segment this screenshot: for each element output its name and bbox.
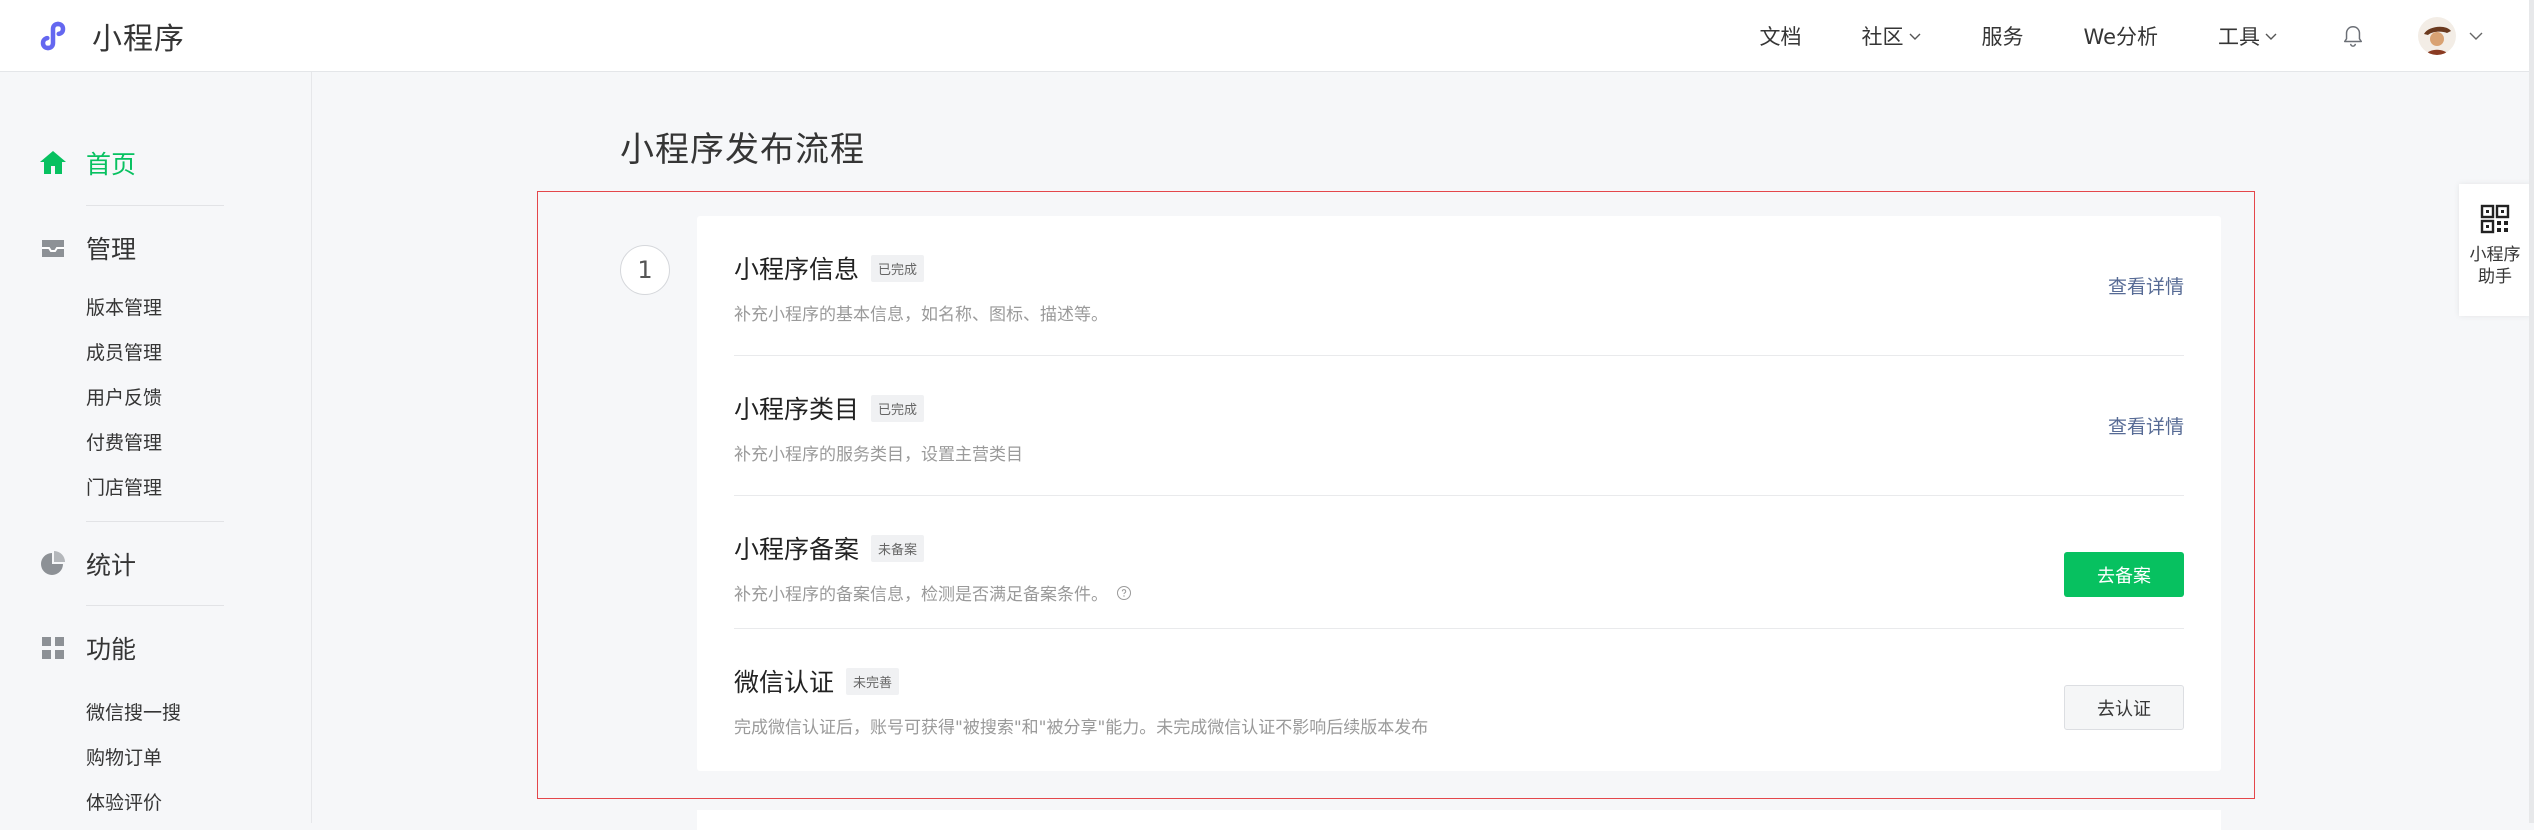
list-item: 微信认证 未完善 完成微信认证后，账号可获得"被搜索"和"被分享"能力。未完成微… bbox=[734, 663, 2184, 738]
nav-services-label: 服务 bbox=[1981, 25, 2024, 49]
nav-community-label: 社区 bbox=[1861, 25, 1904, 49]
divider bbox=[86, 605, 224, 606]
chevron-down-icon bbox=[1909, 33, 1921, 40]
row-title: 小程序类目 bbox=[734, 395, 860, 424]
sidebar-item-label: 首页 bbox=[86, 150, 137, 179]
go-verify-button[interactable]: 去认证 bbox=[2064, 685, 2184, 730]
sidebar-item-label: 统计 bbox=[86, 551, 137, 580]
list-item: 小程序信息 已完成 补充小程序的基本信息，如名称、图标、描述等。 bbox=[734, 250, 2184, 325]
divider bbox=[86, 521, 224, 522]
sidebar-item-home[interactable]: 首页 bbox=[38, 145, 136, 181]
nav-community[interactable]: 社区 bbox=[1862, 21, 1922, 51]
divider bbox=[734, 628, 2184, 629]
bell-icon[interactable] bbox=[2340, 23, 2366, 49]
chevron-down-icon bbox=[2469, 32, 2483, 40]
sidebar-item-label: 管理 bbox=[86, 235, 137, 264]
pie-chart-icon bbox=[38, 549, 68, 579]
help-icon[interactable] bbox=[1116, 585, 1132, 601]
nav-docs-label: 文档 bbox=[1759, 25, 1802, 49]
step-number: 1 bbox=[620, 245, 670, 295]
view-details-link[interactable]: 查看详情 bbox=[2108, 272, 2184, 299]
list-item: 小程序备案 未备案 补充小程序的备案信息，检测是否满足备案条件。 bbox=[734, 530, 2184, 605]
status-badge: 已完成 bbox=[871, 254, 925, 282]
sidebar-subitem-payment[interactable]: 付费管理 bbox=[86, 428, 162, 455]
miniprogram-logo-icon bbox=[40, 21, 66, 51]
row-description: 补充小程序的备案信息，检测是否满足备案条件。 bbox=[734, 585, 1108, 605]
sidebar-subitem-version[interactable]: 版本管理 bbox=[86, 293, 162, 320]
sidebar: 首页 管理 版本管理 成员管理 用户反馈 付费管理 门店管理 统计 功能 微信搜… bbox=[0, 72, 312, 823]
status-badge: 未完善 bbox=[846, 667, 900, 695]
view-details-link[interactable]: 查看详情 bbox=[2108, 412, 2184, 439]
divider bbox=[86, 205, 224, 206]
sidebar-subitem-reviews[interactable]: 体验评价 bbox=[86, 788, 162, 815]
sidebar-subitem-wechat-search[interactable]: 微信搜一搜 bbox=[86, 698, 181, 725]
miniprogram-assistant-button[interactable]: 小程序助手 bbox=[2459, 184, 2531, 316]
status-badge: 未备案 bbox=[871, 534, 925, 562]
brand-name: 小程序 bbox=[92, 22, 185, 57]
nav-docs[interactable]: 文档 bbox=[1760, 21, 1802, 51]
nav-we-analytics[interactable]: We分析 bbox=[2084, 21, 2158, 51]
row-description: 补充小程序的服务类目，设置主营类目 bbox=[734, 445, 1023, 465]
top-nav: 文档 社区 服务 We分析 工具 bbox=[1700, 0, 2484, 72]
sidebar-item-stats[interactable]: 统计 bbox=[38, 546, 136, 582]
sidebar-item-features[interactable]: 功能 bbox=[38, 630, 136, 666]
sidebar-subitem-members[interactable]: 成员管理 bbox=[86, 338, 162, 365]
row-title: 小程序备案 bbox=[734, 535, 860, 564]
row-title: 小程序信息 bbox=[734, 255, 860, 284]
scrollbar[interactable] bbox=[2529, 0, 2534, 823]
nav-services[interactable]: 服务 bbox=[1982, 21, 2024, 51]
avatar bbox=[2418, 17, 2456, 55]
divider bbox=[734, 495, 2184, 496]
inbox-icon bbox=[38, 233, 68, 263]
home-icon bbox=[38, 148, 68, 178]
next-step-card bbox=[697, 810, 2221, 830]
go-filing-button[interactable]: 去备案 bbox=[2064, 552, 2184, 597]
row-description: 补充小程序的基本信息，如名称、图标、描述等。 bbox=[734, 305, 1108, 325]
row-description: 完成微信认证后，账号可获得"被搜索"和"被分享"能力。未完成微信认证不影响后续版… bbox=[734, 718, 1429, 738]
nav-we-analytics-label: We分析 bbox=[2083, 25, 2158, 49]
nav-tools[interactable]: 工具 bbox=[2218, 21, 2278, 51]
sidebar-subitem-orders[interactable]: 购物订单 bbox=[86, 743, 162, 770]
assistant-label: 小程序助手 bbox=[2469, 245, 2521, 287]
status-badge: 已完成 bbox=[871, 394, 925, 422]
row-title: 微信认证 bbox=[734, 668, 835, 697]
page-title: 小程序发布流程 bbox=[620, 130, 865, 170]
sidebar-item-manage[interactable]: 管理 bbox=[38, 230, 136, 266]
nav-tools-label: 工具 bbox=[2218, 25, 2260, 49]
publish-step-card: 小程序信息 已完成 补充小程序的基本信息，如名称、图标、描述等。 查看详情 小程… bbox=[697, 216, 2221, 771]
grid-icon bbox=[38, 633, 68, 663]
sidebar-subitem-feedback[interactable]: 用户反馈 bbox=[86, 383, 162, 410]
chevron-down-icon bbox=[2265, 33, 2277, 40]
user-menu[interactable] bbox=[2418, 17, 2484, 55]
brand-logo[interactable]: 小程序 bbox=[38, 12, 185, 60]
list-item: 小程序类目 已完成 补充小程序的服务类目，设置主营类目 bbox=[734, 390, 2184, 465]
top-bar: 小程序 文档 社区 服务 We分析 工具 bbox=[0, 0, 2534, 72]
sidebar-subitem-stores[interactable]: 门店管理 bbox=[86, 473, 162, 500]
divider bbox=[734, 355, 2184, 356]
sidebar-item-label: 功能 bbox=[86, 635, 137, 664]
qr-code-icon bbox=[2480, 204, 2510, 234]
